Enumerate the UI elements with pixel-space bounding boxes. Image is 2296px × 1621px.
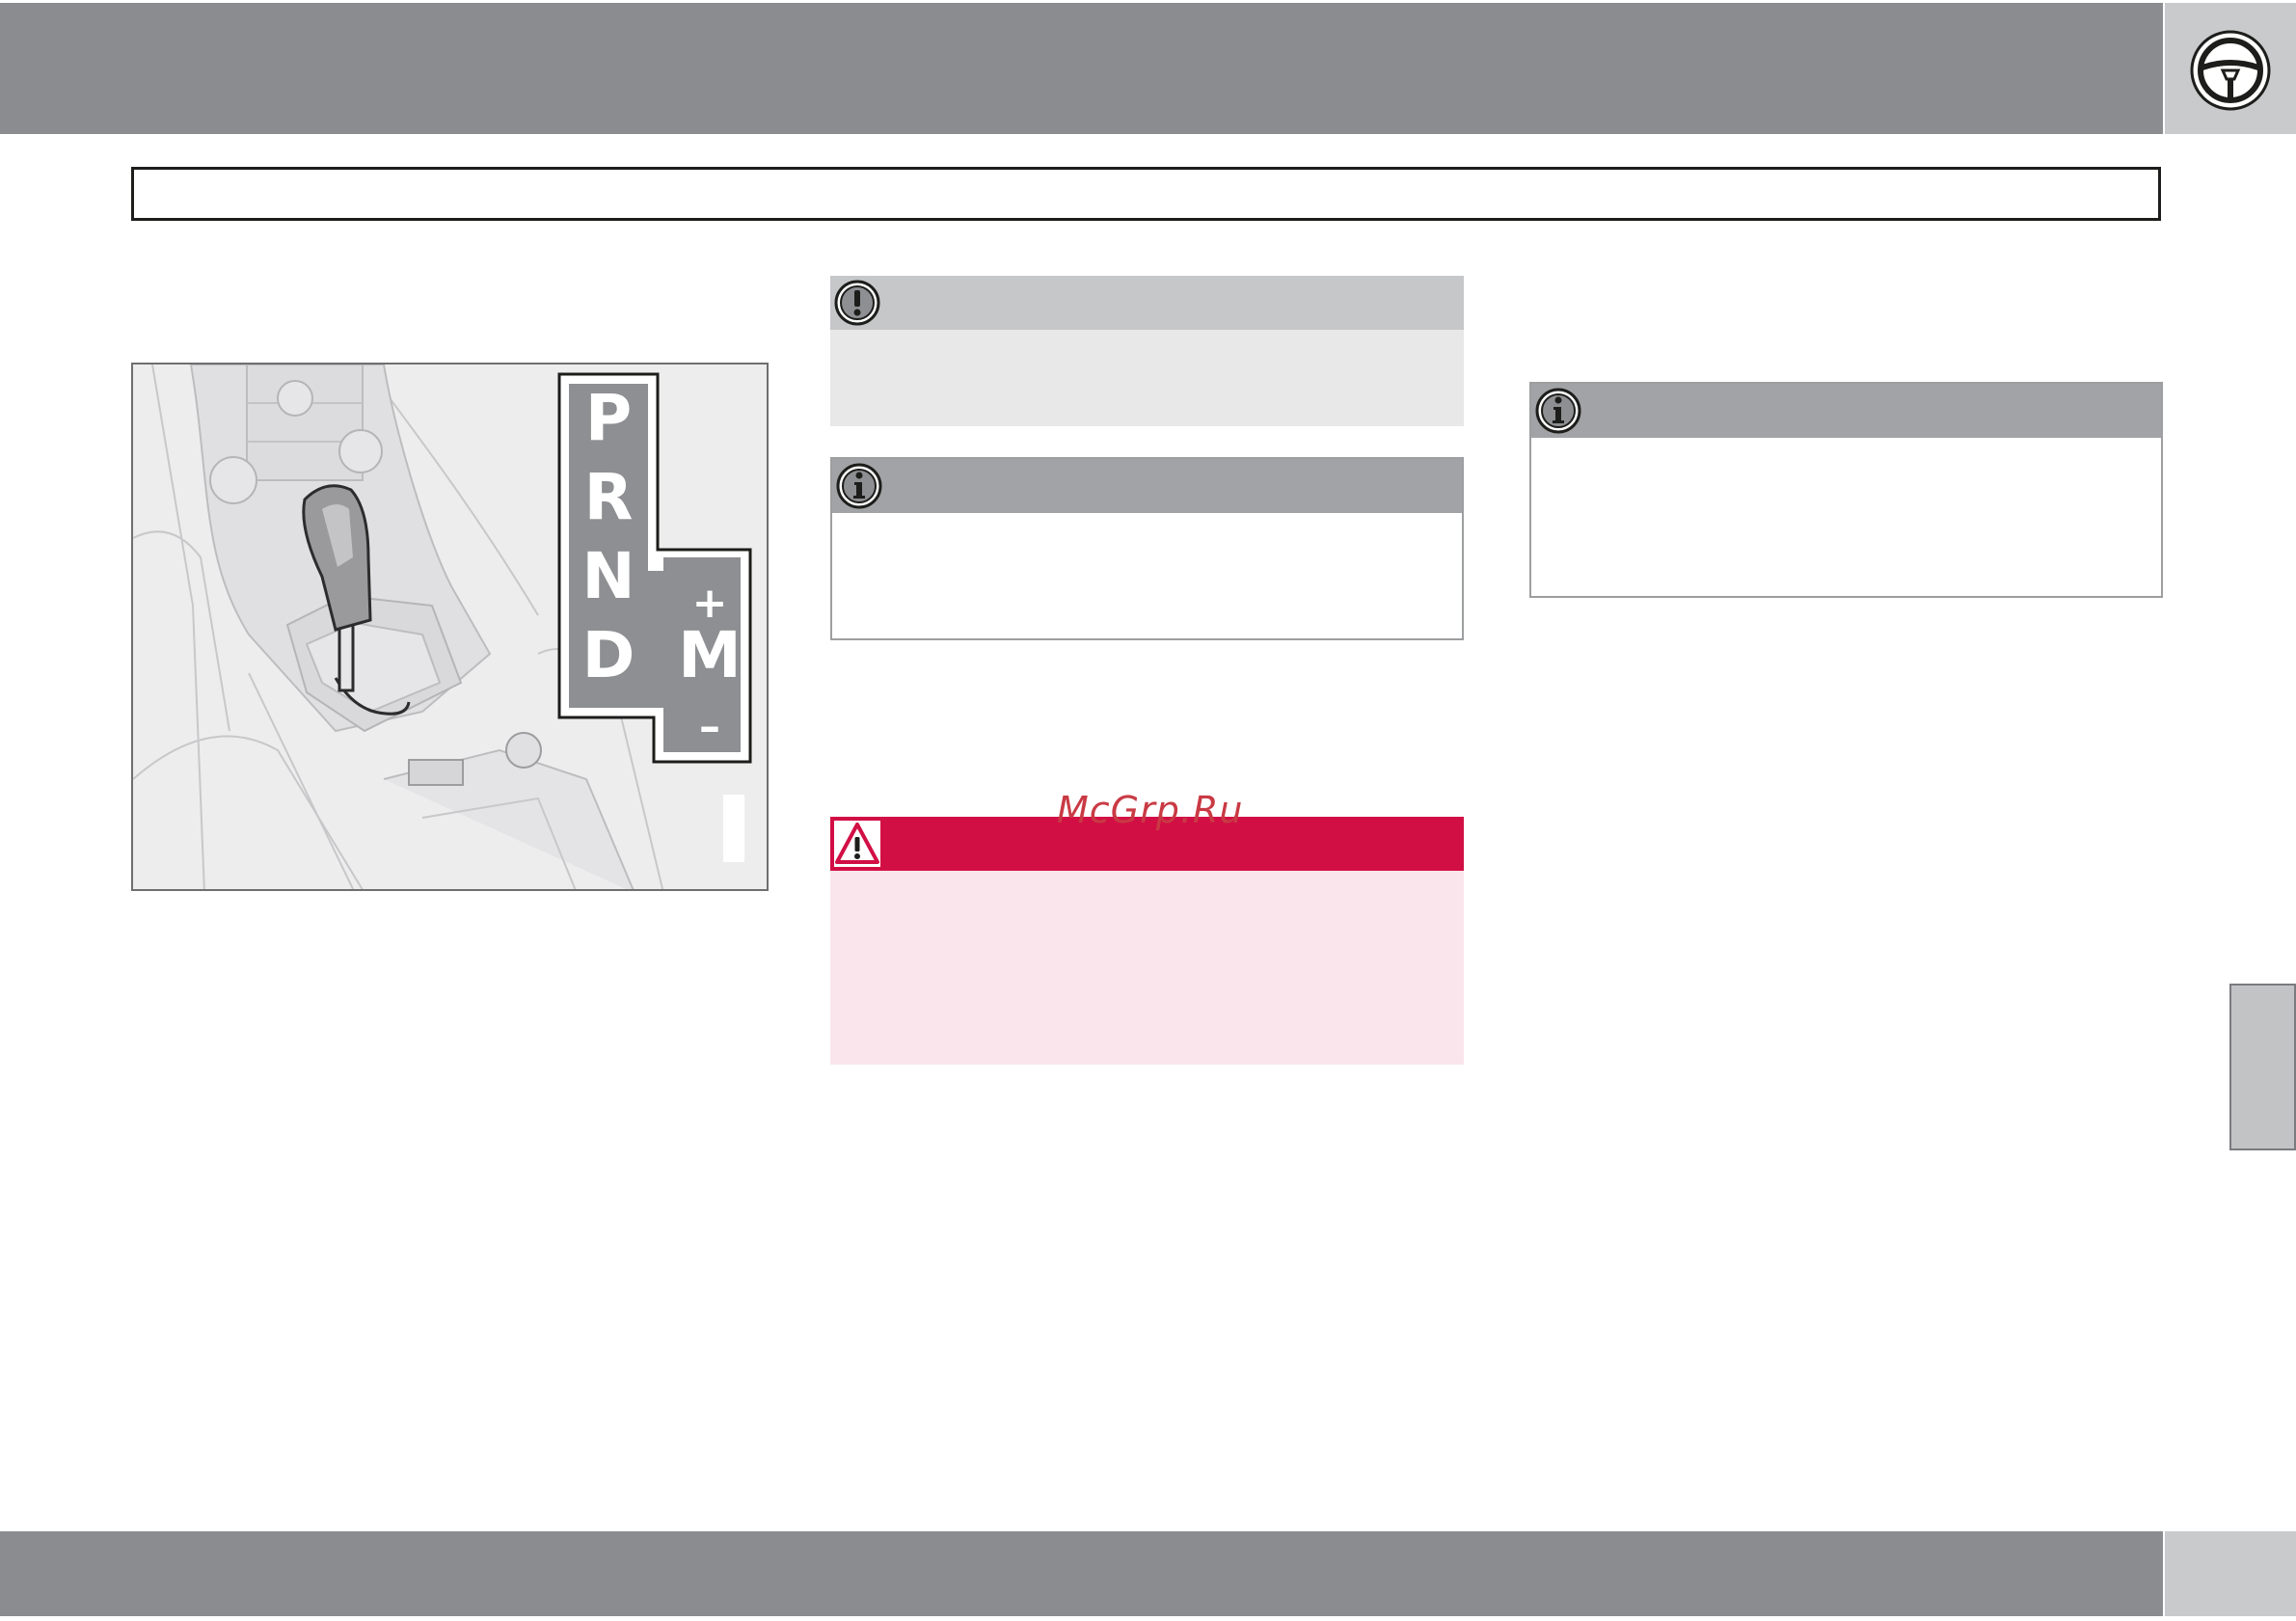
warning-note-box	[830, 817, 1464, 1065]
info-icon	[1535, 388, 1581, 434]
info-note-box	[830, 457, 1464, 640]
page-number-tab	[2165, 1531, 2296, 1616]
info-note-header-right	[1531, 384, 2161, 438]
steering-wheel-icon	[2190, 30, 2271, 111]
section-heading-frame	[131, 167, 2161, 221]
caution-note-box	[830, 276, 1464, 426]
top-banner	[0, 3, 2163, 134]
info-note-box-right	[1529, 382, 2163, 598]
gear-label-r: R	[584, 460, 634, 534]
gear-label-n: N	[581, 539, 635, 613]
exclamation-icon	[834, 280, 880, 326]
gear-lever-drawing: P R N D + M –	[133, 365, 752, 889]
info-note-header	[832, 459, 1462, 513]
caution-note-header	[830, 276, 1464, 330]
chapter-side-tab	[2229, 984, 2296, 1150]
gear-label-d: D	[582, 618, 635, 692]
gear-label-p: P	[585, 381, 632, 455]
gear-selector-illustration: P R N D + M –	[131, 363, 769, 891]
bottom-banner	[0, 1531, 2163, 1616]
info-icon	[836, 463, 882, 509]
manual-down-label: –	[699, 702, 720, 751]
warning-triangle-icon	[834, 821, 880, 867]
watermark-text: McGrp.Ru	[1057, 789, 1244, 831]
manual-mode-label: M	[678, 618, 742, 692]
